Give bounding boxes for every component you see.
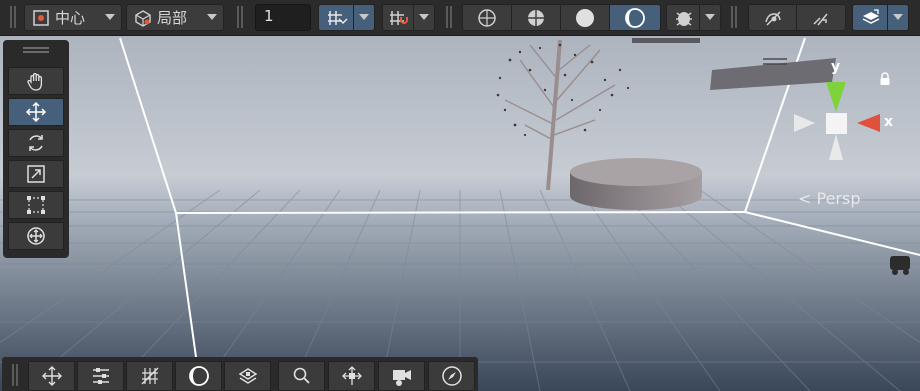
layers-toggle-button[interactable] (224, 361, 271, 391)
bottom-overlay-toolbar (2, 357, 478, 391)
transform-icon (27, 227, 45, 245)
compass-icon (441, 366, 462, 386)
handle-space-label: 局部 (157, 9, 188, 27)
layers-button[interactable] (852, 4, 890, 31)
lock-icon[interactable] (879, 71, 891, 90)
increment-snap-dropdown[interactable] (413, 4, 435, 31)
x-axis-label[interactable]: x (884, 114, 893, 130)
tool-palette (3, 40, 69, 258)
pivot-mode-dropdown[interactable]: 中心 (24, 4, 122, 31)
pivot-center-icon (31, 8, 51, 28)
debug-mode-button[interactable] (666, 4, 702, 31)
visibility-off-icon (764, 10, 781, 26)
grid-toggle-button[interactable] (126, 361, 173, 391)
toolbar-grip-icon[interactable] (9, 6, 17, 28)
scale-icon (27, 165, 45, 183)
effects-icon (813, 13, 828, 25)
layers-icon (862, 8, 880, 24)
scale-tool-button[interactable] (8, 160, 64, 188)
rotate-icon (29, 135, 43, 151)
align-icon (92, 368, 109, 384)
handle-space-dropdown[interactable]: 局部 (126, 4, 224, 31)
increment-snap-icon (390, 10, 408, 25)
increment-input[interactable]: 1 (255, 4, 311, 31)
increment-snap-button[interactable] (382, 4, 416, 31)
shaded-mode-button[interactable] (560, 4, 610, 31)
navigation-toggle-button[interactable] (428, 361, 475, 391)
scene-toolbar: 中心 局部 1 (0, 0, 920, 36)
debug-bug-icon (676, 11, 692, 26)
align-tool-button[interactable] (77, 361, 124, 391)
toolbar-grip-icon[interactable] (236, 6, 244, 28)
projection-toggle[interactable]: < Persp (798, 189, 860, 208)
lighting-mode-button[interactable] (609, 4, 661, 31)
grid-snap-dropdown[interactable] (353, 4, 375, 31)
pivot-mode-label: 中心 (55, 9, 86, 27)
camera-view-toggle-button[interactable] (378, 361, 425, 391)
lighting-toggle-button[interactable] (175, 361, 222, 391)
pivot-icon (341, 366, 362, 385)
toolbar-grip-icon[interactable] (11, 364, 19, 386)
toolbar-grip-icon[interactable] (730, 6, 738, 28)
chevron-down-icon (207, 14, 217, 20)
rect-transform-icon (27, 196, 45, 214)
move-tool-button[interactable] (28, 361, 75, 391)
grid-snap-icon (328, 10, 348, 25)
layers-icon (238, 368, 257, 384)
rect-tool-button[interactable] (8, 191, 64, 219)
move-tool-button[interactable] (8, 98, 64, 126)
hand-icon (27, 73, 43, 91)
debug-mode-dropdown[interactable] (699, 4, 721, 31)
gizmo-menu-icon[interactable] (762, 52, 788, 65)
y-axis-label[interactable]: y (831, 59, 840, 75)
grid-icon (141, 367, 158, 385)
lighting-icon (188, 366, 209, 386)
shaded-icon (576, 8, 594, 27)
search-icon (293, 367, 310, 384)
visibility-toggle-button[interactable] (748, 4, 797, 31)
pivot-tool-button[interactable] (328, 361, 375, 391)
move-arrows-icon (25, 101, 47, 123)
wireframe-mode-button[interactable] (462, 4, 512, 31)
cylinder (570, 158, 702, 210)
effects-toggle-button[interactable] (796, 4, 846, 31)
rotate-tool-button[interactable] (8, 129, 64, 157)
move-arrows-icon (41, 366, 62, 386)
toolbar-grip-icon[interactable] (445, 6, 453, 28)
lighting-mode-icon (625, 7, 645, 28)
camera-eye-icon (392, 370, 411, 386)
layers-dropdown[interactable] (887, 4, 909, 31)
palette-grip-icon[interactable] (23, 47, 49, 53)
grid-snap-button[interactable] (318, 4, 356, 31)
view-tool-button[interactable] (8, 67, 64, 95)
wireframe-icon (478, 8, 496, 27)
chevron-down-icon (105, 14, 115, 20)
search-tool-button[interactable] (278, 361, 325, 391)
shaded-wireframe-button[interactable] (511, 4, 561, 31)
local-space-icon (133, 8, 153, 28)
shaded-wireframe-icon (528, 9, 544, 26)
gizmo-center (826, 113, 847, 134)
transform-tool-button[interactable] (8, 222, 64, 250)
